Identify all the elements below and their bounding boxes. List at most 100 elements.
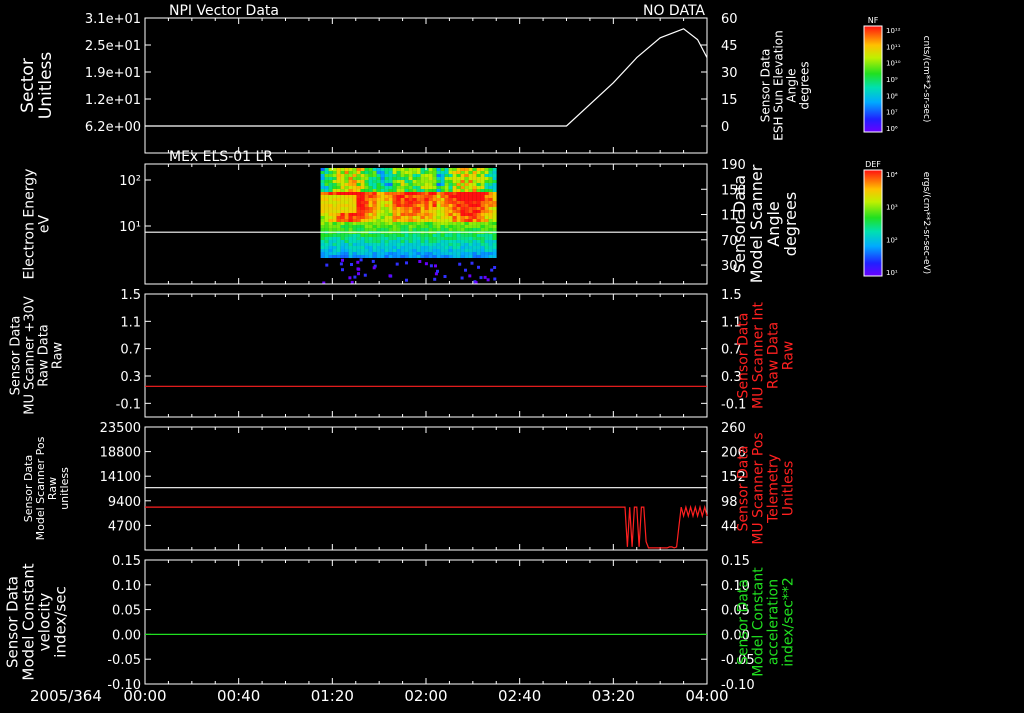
y-axis-label-right-line: Sensor Data xyxy=(735,579,751,665)
spectrogram-cell xyxy=(484,204,489,207)
spectrogram-cell xyxy=(368,222,373,225)
spectrogram-cell xyxy=(428,192,433,195)
spectrogram-cell xyxy=(348,276,352,280)
colorbar-tick-label: 10³ xyxy=(886,204,898,212)
spectrogram-cell xyxy=(384,255,389,258)
spectrogram-cell xyxy=(404,201,409,204)
spectrogram-cell xyxy=(440,198,445,201)
spectrogram-cell xyxy=(396,183,401,186)
spectrogram-cell xyxy=(360,219,365,222)
spectrogram-cell xyxy=(364,225,369,228)
spectrogram-cell xyxy=(360,198,365,201)
spectrogram-cell xyxy=(424,201,429,204)
spectrogram-cell xyxy=(472,228,477,231)
spectrogram-cell xyxy=(456,168,461,171)
spectrogram-cell xyxy=(380,189,385,192)
spectrogram-cell xyxy=(484,216,489,219)
spectrogram-cell xyxy=(440,222,445,225)
spectrogram-cell xyxy=(376,198,381,201)
spectrogram-cell xyxy=(468,174,473,177)
spectrogram-cell xyxy=(332,237,337,240)
spectrogram-cell xyxy=(348,252,353,255)
spectrogram-cell xyxy=(456,243,461,246)
colorbar-def: DEF 10⁴ 10³ 10² 10¹ ergs/(cm**2-sr-sec-eV) xyxy=(863,160,931,277)
spectrogram-cell xyxy=(452,174,457,177)
spectrogram-cell xyxy=(488,183,493,186)
spectrogram-cell xyxy=(368,234,373,237)
spectrogram-cell xyxy=(400,177,405,180)
y-tick-label-left: 0.7 xyxy=(120,343,141,358)
spectrogram-cell xyxy=(476,240,481,243)
spectrogram-cell xyxy=(332,201,337,204)
spectrogram-cell xyxy=(360,240,365,243)
spectrogram-cell xyxy=(432,240,437,243)
spectrogram-cell xyxy=(480,216,485,219)
spectrogram-cell xyxy=(464,174,469,177)
spectrogram-cell xyxy=(464,243,469,246)
spectrogram-cell xyxy=(432,243,437,246)
spectrogram-cell xyxy=(368,246,373,249)
spectrogram-cell xyxy=(396,255,401,258)
spectrogram-cell xyxy=(332,204,337,207)
y-tick-label-left: 3.1e+01 xyxy=(85,12,141,27)
spectrogram-cell xyxy=(396,210,401,213)
spectrogram-cell xyxy=(488,180,493,183)
y-axis-label-left-line: Electron Energy xyxy=(21,169,37,280)
spectrogram-cell xyxy=(340,195,345,198)
y-axis-label-right: Sensor Data MU Scanner Int Raw Data Raw xyxy=(735,301,796,409)
spectrogram-cell xyxy=(480,168,485,171)
spectrogram-cell xyxy=(324,192,329,195)
spectrogram-cell xyxy=(470,261,474,265)
spectrogram-cell xyxy=(400,204,405,207)
spectrogram-cell xyxy=(456,222,461,225)
spectrogram-cell xyxy=(408,189,413,192)
spectrogram-cell xyxy=(368,219,373,222)
spectrogram-cell xyxy=(364,255,369,258)
spectrogram-cell xyxy=(428,183,433,186)
spectrogram-cell xyxy=(480,246,485,249)
spectrogram-cell xyxy=(492,216,497,219)
spectrogram-cell xyxy=(384,168,389,171)
spectrogram-cell xyxy=(416,186,421,189)
spectrogram-cell xyxy=(356,240,361,243)
spectrogram-cell xyxy=(416,198,421,201)
spectrogram-cell xyxy=(372,213,377,216)
spectrogram-cell xyxy=(332,192,337,195)
spectrogram-cell xyxy=(424,237,429,240)
spectrogram-cell xyxy=(320,210,325,213)
spectrogram-cell xyxy=(436,189,441,192)
spectrogram-cell xyxy=(440,207,445,210)
spectrogram-cell xyxy=(388,180,393,183)
spectrogram-cell xyxy=(440,180,445,183)
spectrogram-cell xyxy=(440,186,445,189)
spectrogram-cell xyxy=(472,255,477,258)
y-axis-label-left: Electron Energy eV xyxy=(21,169,52,280)
spectrogram-cell xyxy=(388,234,393,237)
spectrogram-cell xyxy=(420,225,425,228)
spectrogram-cell xyxy=(448,198,453,201)
spectrogram-cell xyxy=(480,189,485,192)
spectrogram-cell xyxy=(392,243,397,246)
spectrogram-cell xyxy=(328,186,333,189)
spectrogram-cell xyxy=(448,174,453,177)
spectrogram-cell xyxy=(480,198,485,201)
spectrogram-cell xyxy=(436,249,441,252)
spectrogram-cell xyxy=(412,186,417,189)
spectrogram-cell xyxy=(400,255,405,258)
spectrogram-cell xyxy=(448,237,453,240)
spectrogram-cell xyxy=(452,246,457,249)
spectrogram-cell xyxy=(356,252,361,255)
spectrogram-cell xyxy=(428,222,433,225)
spectrogram-cell xyxy=(440,255,445,258)
spectrogram-cell xyxy=(324,177,329,180)
spectrogram-cell xyxy=(380,177,385,180)
spectrogram-cell xyxy=(392,228,397,231)
spectrogram-cell xyxy=(416,180,421,183)
spectrogram-cell xyxy=(492,234,497,237)
spectrogram-cell xyxy=(376,213,381,216)
spectrogram-cell xyxy=(384,171,389,174)
spectrogram-cell xyxy=(472,222,477,225)
spectrogram-cell xyxy=(448,225,453,228)
spectrogram-cell xyxy=(392,195,397,198)
spectrogram-cell xyxy=(448,189,453,192)
